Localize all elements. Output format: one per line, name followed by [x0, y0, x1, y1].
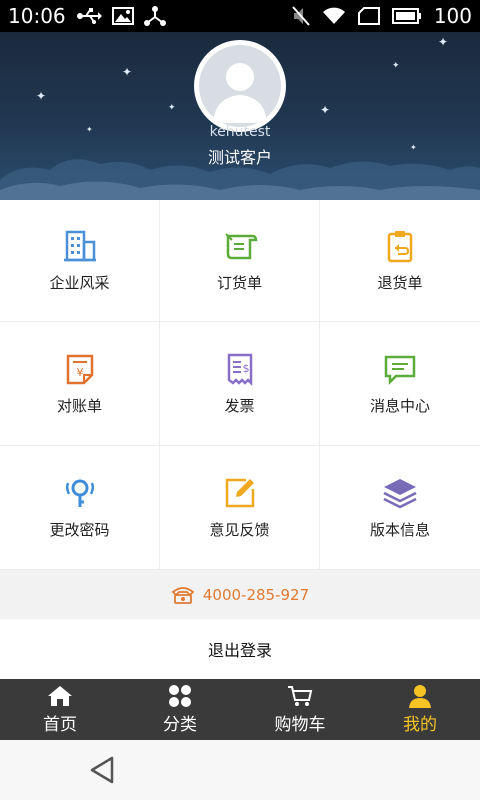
tab-category[interactable]: 分类	[120, 679, 240, 740]
cloud-decoration	[0, 159, 480, 200]
menu-item-feedback[interactable]: 意见反馈	[160, 446, 320, 570]
star-decoration: ✦	[36, 89, 47, 103]
profile-header: ✦ ✦ ✦ ✦ ✦ ✦ ✦ ✦ kehutest 测试客户	[0, 32, 480, 200]
key-icon	[65, 479, 94, 507]
order-scroll-icon	[224, 233, 257, 260]
menu-item-messages[interactable]: 消息中心	[320, 322, 480, 446]
menu-label: 发票	[224, 397, 255, 415]
svg-text:¥: ¥	[76, 366, 83, 379]
image-icon	[111, 7, 134, 25]
bottom-tab-bar: 首页 分类 购物车 我的	[0, 679, 480, 740]
tab-label: 购物车	[274, 715, 326, 735]
feedback-edit-icon	[225, 478, 254, 508]
sim-icon	[357, 7, 380, 25]
mute-icon	[292, 6, 310, 26]
tab-label: 我的	[403, 715, 437, 735]
invoice-icon: $	[227, 353, 252, 387]
menu-label: 消息中心	[369, 397, 430, 415]
phone-icon	[171, 586, 195, 604]
tab-home[interactable]: 首页	[0, 679, 120, 740]
return-clipboard-icon	[387, 231, 413, 263]
default-avatar-icon	[213, 63, 267, 123]
building-icon	[63, 230, 96, 262]
tab-cart[interactable]: 购物车	[240, 679, 360, 740]
hotline[interactable]: 4000-285-927	[0, 570, 480, 619]
message-icon	[384, 355, 416, 386]
menu-item-statement[interactable]: ¥ 对账单	[0, 322, 160, 446]
menu-item-invoice[interactable]: $ 发票	[160, 322, 320, 446]
star-decoration: ✦	[438, 35, 449, 49]
svg-text:$: $	[242, 362, 249, 375]
star-decoration: ✦	[320, 103, 331, 117]
cart-icon	[288, 686, 313, 706]
menu-item-change-password[interactable]: 更改密码	[0, 446, 160, 570]
menu-item-company[interactable]: 企业风采	[0, 200, 160, 322]
menu-label: 版本信息	[369, 521, 430, 539]
category-icon	[169, 685, 191, 707]
usb-icon	[76, 8, 102, 24]
statement-icon: ¥	[66, 354, 93, 385]
menu-label: 退货单	[377, 274, 423, 292]
tab-mine[interactable]: 我的	[360, 679, 480, 740]
logout-label: 退出登录	[207, 641, 272, 660]
battery-level: 100	[433, 4, 472, 28]
menu-label: 意见反馈	[209, 521, 270, 539]
share-icon	[143, 6, 166, 26]
menu-label: 企业风采	[49, 274, 110, 292]
menu-item-orders[interactable]: 订货单	[160, 200, 320, 322]
back-triangle-icon[interactable]	[88, 754, 120, 786]
logout-button[interactable]: 退出登录	[0, 619, 480, 679]
username: kehutest	[209, 124, 271, 140]
menu-grid: 企业风采 订货单 退货单 ¥ 对账单 $ 发票 消息中心 更改密码 意见反馈 版…	[0, 200, 480, 570]
menu-item-returns[interactable]: 退货单	[320, 200, 480, 322]
battery-icon	[391, 8, 421, 24]
user-icon	[409, 685, 431, 708]
clock-time: 10:06	[8, 4, 66, 28]
star-decoration: ✦	[392, 61, 400, 71]
menu-item-version[interactable]: 版本信息	[320, 446, 480, 570]
system-nav-bar	[0, 740, 480, 800]
menu-label: 更改密码	[49, 521, 110, 539]
star-decoration: ✦	[168, 103, 176, 113]
menu-label: 对账单	[56, 397, 102, 415]
tab-label: 分类	[163, 715, 197, 735]
status-bar: 10:06 100	[0, 0, 480, 32]
avatar[interactable]	[194, 40, 286, 132]
layers-icon	[383, 479, 417, 509]
menu-label: 订货单	[216, 274, 262, 292]
wifi-icon	[322, 7, 345, 24]
tab-label: 首页	[43, 715, 77, 735]
home-icon	[48, 686, 72, 706]
star-decoration: ✦	[122, 65, 133, 79]
hotline-number: 4000-285-927	[202, 585, 310, 604]
